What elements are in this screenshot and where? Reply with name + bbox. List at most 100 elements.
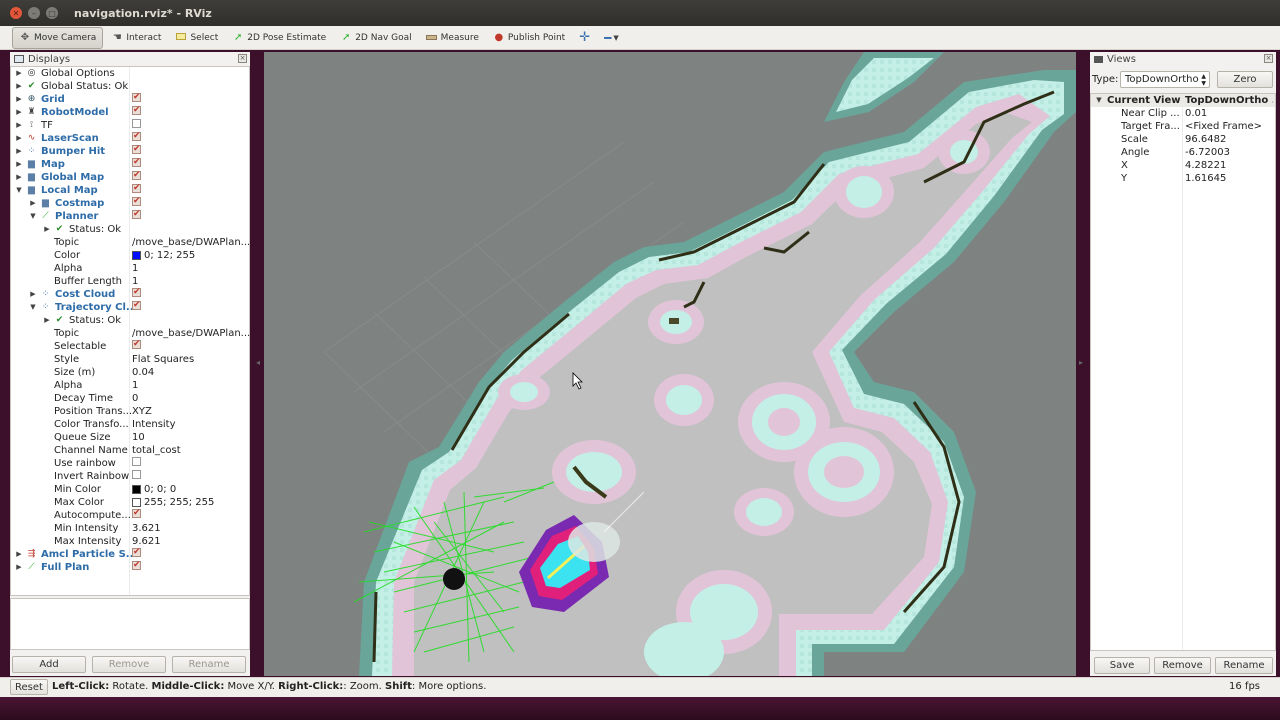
enable-checkbox[interactable] xyxy=(132,132,141,141)
enable-checkbox[interactable] xyxy=(132,171,141,180)
property-row[interactable]: Decay Time 0 xyxy=(11,392,249,405)
expand-arrow-icon[interactable]: ▶ xyxy=(15,93,23,106)
enable-checkbox[interactable] xyxy=(132,509,141,518)
property-row[interactable]: Style Flat Squares xyxy=(11,353,249,366)
property-row[interactable]: Color Transfo... Intensity xyxy=(11,418,249,431)
property-value[interactable]: 0.04 xyxy=(132,366,249,379)
property-value[interactable] xyxy=(132,145,249,154)
close-icon[interactable]: × xyxy=(238,54,247,63)
property-value[interactable]: total_cost xyxy=(132,444,249,457)
display-item[interactable]: ▶ ✔ Status: Ok xyxy=(11,314,249,327)
property-row[interactable]: Autocompute... xyxy=(11,509,249,522)
expand-arrow-icon[interactable]: ▶ xyxy=(15,80,23,93)
render-viewport[interactable] xyxy=(264,52,1076,676)
property-value[interactable]: XYZ xyxy=(132,405,249,418)
reset-button[interactable]: Reset xyxy=(10,679,48,695)
expand-arrow-icon[interactable]: ▶ xyxy=(15,561,23,574)
remove-tool-button[interactable]: ━ ▼ xyxy=(598,27,625,49)
property-value[interactable] xyxy=(132,470,249,479)
display-item[interactable]: ▼ ⟋ Planner xyxy=(11,210,249,223)
view-type-select[interactable]: TopDownOrtho ▲ ▼ xyxy=(1120,71,1210,88)
display-item[interactable]: ▶ ♜ RobotModel xyxy=(11,106,249,119)
property-row[interactable]: Size (m) 0.04 xyxy=(11,366,249,379)
property-row[interactable]: Invert Rainbow xyxy=(11,470,249,483)
property-value[interactable] xyxy=(132,548,249,557)
enable-checkbox[interactable] xyxy=(132,184,141,193)
add-display-button[interactable]: Add xyxy=(12,656,86,673)
display-item[interactable]: ▶ ✔ Global Status: Ok xyxy=(11,80,249,93)
display-item[interactable]: ▼ ⁘ Trajectory Cl... xyxy=(11,301,249,314)
view-prop-row[interactable]: Target Fra... <Fixed Frame> xyxy=(1091,120,1275,133)
property-value[interactable] xyxy=(132,509,249,518)
property-value[interactable]: 0 xyxy=(132,392,249,405)
property-value[interactable]: Intensity xyxy=(132,418,249,431)
property-value[interactable]: 0; 0; 0 xyxy=(132,483,249,496)
displays-tree[interactable]: ▶ ◎ Global Options ▶ ✔ Global Status: Ok ▶ ⊕ Gri… xyxy=(10,66,250,596)
display-item[interactable]: ▶ ⁘ Bumper Hit xyxy=(11,145,249,158)
nav-goal-tool[interactable]: ➚ 2D Nav Goal xyxy=(334,27,417,49)
display-item[interactable]: ▶ ∿ LaserScan xyxy=(11,132,249,145)
property-row[interactable]: Queue Size 10 xyxy=(11,431,249,444)
property-value[interactable] xyxy=(132,210,249,219)
display-item[interactable]: ▶ ⟟ TF xyxy=(11,119,249,132)
property-value[interactable] xyxy=(132,197,249,206)
property-value[interactable] xyxy=(132,340,249,349)
prop-value[interactable]: -6.72003 xyxy=(1185,146,1230,159)
enable-checkbox[interactable] xyxy=(132,470,141,479)
prop-value[interactable]: <Fixed Frame> xyxy=(1185,120,1262,133)
expand-arrow-icon[interactable]: ▶ xyxy=(15,548,23,561)
select-tool[interactable]: Select xyxy=(169,27,224,49)
view-prop-row[interactable]: Angle -6.72003 xyxy=(1091,146,1275,159)
display-item[interactable]: ▶ ⁘ Cost Cloud xyxy=(11,288,249,301)
expand-arrow-icon[interactable]: ▶ xyxy=(15,145,23,158)
property-value[interactable] xyxy=(132,158,249,167)
property-value[interactable] xyxy=(132,93,249,102)
current-view-row[interactable]: ▼ Current View TopDownOrtho ... xyxy=(1091,94,1275,107)
property-row[interactable]: Alpha 1 xyxy=(11,379,249,392)
expand-arrow-icon[interactable]: ▶ xyxy=(15,119,23,132)
prop-value[interactable]: 0.01 xyxy=(1185,107,1207,120)
property-value[interactable] xyxy=(132,561,249,570)
enable-checkbox[interactable] xyxy=(132,119,141,128)
publish-point-tool[interactable]: ● Publish Point xyxy=(487,27,571,49)
display-item[interactable]: ▶ ▆ Costmap xyxy=(11,197,249,210)
views-tree[interactable]: ▼ Current View TopDownOrtho ... Near Cli… xyxy=(1090,93,1276,651)
measure-tool[interactable]: Measure xyxy=(420,27,485,49)
expand-arrow-icon[interactable]: ▶ xyxy=(29,197,37,210)
property-value[interactable]: /move_base/DWAPlan... xyxy=(132,236,249,249)
enable-checkbox[interactable] xyxy=(132,210,141,219)
enable-checkbox[interactable] xyxy=(132,457,141,466)
property-value[interactable]: 10 xyxy=(132,431,249,444)
property-value[interactable]: 1 xyxy=(132,275,249,288)
prop-value[interactable]: 1.61645 xyxy=(1185,172,1226,185)
property-row[interactable]: Selectable xyxy=(11,340,249,353)
zero-button[interactable]: Zero xyxy=(1217,71,1273,88)
property-value[interactable]: 0; 12; 255 xyxy=(132,249,249,262)
expand-arrow-icon[interactable]: ▼ xyxy=(1095,94,1103,107)
enable-checkbox[interactable] xyxy=(132,158,141,167)
property-row[interactable]: Max Color 255; 255; 255 xyxy=(11,496,249,509)
display-item[interactable]: ▶ ⟋ Full Plan xyxy=(11,561,249,574)
property-value[interactable] xyxy=(132,457,249,466)
property-row[interactable]: Min Intensity 3.621 xyxy=(11,522,249,535)
view-prop-row[interactable]: Y 1.61645 xyxy=(1091,172,1275,185)
expand-arrow-icon[interactable]: ▶ xyxy=(15,106,23,119)
property-value[interactable] xyxy=(132,132,249,141)
property-row[interactable]: Topic/move_base/DWAPlan... xyxy=(11,327,249,340)
maximize-window-icon[interactable]: □ xyxy=(46,7,58,19)
property-value[interactable] xyxy=(132,288,249,297)
expand-arrow-icon[interactable]: ▶ xyxy=(15,132,23,145)
expand-arrow-icon[interactable]: ▶ xyxy=(15,171,23,184)
view-prop-row[interactable]: Near Clip ... 0.01 xyxy=(1091,107,1275,120)
add-tool-button[interactable]: ✛ xyxy=(573,27,596,49)
property-value[interactable]: 255; 255; 255 xyxy=(132,496,249,509)
display-item[interactable]: ▶ ✔ Status: Ok xyxy=(11,223,249,236)
property-value[interactable]: 9.621 xyxy=(132,535,249,548)
expand-arrow-icon[interactable]: ▶ xyxy=(43,314,51,327)
enable-checkbox[interactable] xyxy=(132,145,141,154)
move-camera-tool[interactable]: ✥ Move Camera xyxy=(12,26,104,49)
property-value[interactable]: /move_base/DWAPlan... xyxy=(132,327,249,340)
map-canvas[interactable] xyxy=(264,52,1076,676)
display-item[interactable]: ▶ ▆ Global Map xyxy=(11,171,249,184)
collapse-arrow-icon[interactable]: ▼ xyxy=(29,210,37,223)
